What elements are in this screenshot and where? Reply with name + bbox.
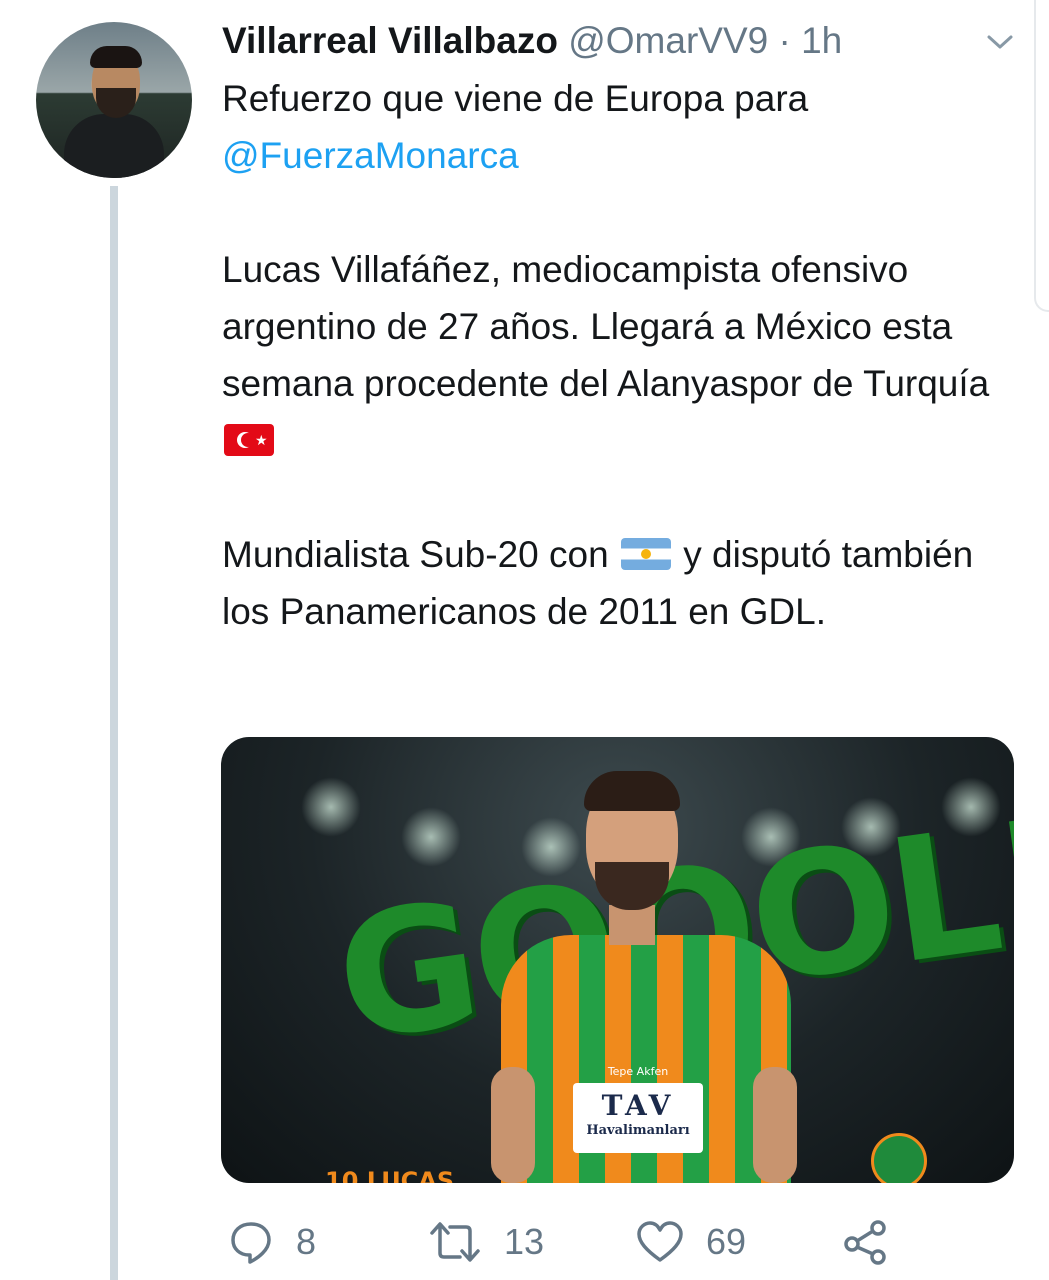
stadium-light bbox=[301, 777, 361, 837]
argentina-flag-icon bbox=[620, 538, 671, 571]
player-caption: 10 LUCAS bbox=[325, 1167, 455, 1183]
tweet-paragraph-2-text: Lucas Villafáñez, mediocampista ofensivo… bbox=[222, 249, 990, 404]
tweet-paragraph-3: Mundialista Sub-20 con y disputó también… bbox=[222, 526, 1022, 640]
tweet-actions: 8 13 69 bbox=[222, 1212, 1022, 1272]
retweet-icon bbox=[428, 1219, 482, 1265]
reply-icon bbox=[228, 1219, 274, 1265]
avatar-shoulders bbox=[64, 114, 164, 178]
share-button[interactable] bbox=[842, 1212, 888, 1272]
player-beard bbox=[595, 862, 669, 910]
tweet-line-1: Refuerzo que viene de Europa para bbox=[222, 78, 809, 119]
display-name[interactable]: Villarreal Villalbazo bbox=[222, 20, 558, 61]
thread-line bbox=[110, 186, 118, 1280]
like-button[interactable]: 69 bbox=[636, 1212, 746, 1272]
retweet-count: 13 bbox=[504, 1221, 545, 1262]
reply-count: 8 bbox=[296, 1221, 317, 1262]
tweet-header: Villarreal Villalbazo @OmarVV9 · 1h bbox=[222, 20, 982, 62]
avatar[interactable] bbox=[36, 22, 192, 178]
like-count: 69 bbox=[706, 1221, 747, 1262]
club-crest-icon bbox=[871, 1133, 927, 1183]
timestamp[interactable]: 1h bbox=[801, 20, 842, 61]
player-arm-right bbox=[753, 1067, 797, 1183]
player-hair bbox=[584, 771, 680, 811]
heart-icon bbox=[636, 1220, 684, 1264]
scroll-edge bbox=[1034, 0, 1049, 312]
player-figure: Tepe Akfen TAV Havalimanları bbox=[491, 767, 797, 1183]
player-neck bbox=[609, 905, 655, 945]
sponsor-sub-text: Havalimanları bbox=[586, 1123, 690, 1138]
user-handle[interactable]: @OmarVV9 bbox=[568, 20, 768, 61]
tweet-paragraph-3-start: Mundialista Sub-20 con bbox=[222, 534, 609, 575]
turkey-flag-icon: ★ bbox=[224, 424, 274, 457]
share-icon bbox=[842, 1219, 888, 1265]
mention-link[interactable]: @FuerzaMonarca bbox=[222, 135, 519, 176]
player-arm-left bbox=[491, 1067, 535, 1183]
avatar-hair bbox=[90, 46, 142, 68]
tweet-paragraph-2: Lucas Villafáñez, mediocampista ofensivo… bbox=[222, 241, 1022, 469]
sponsor-top-text: Tepe Akfen bbox=[607, 1065, 669, 1078]
retweet-button[interactable]: 13 bbox=[428, 1212, 544, 1272]
separator-dot: · bbox=[778, 20, 791, 61]
tweet-media-image[interactable]: GOOOL! Tepe Akfen TAV Havalimanları 10 L… bbox=[221, 737, 1014, 1183]
stadium-light bbox=[401, 807, 461, 867]
chevron-down-icon[interactable] bbox=[985, 30, 1015, 54]
tweet-text: Refuerzo que viene de Europa para @Fuerz… bbox=[222, 70, 1022, 640]
reply-button[interactable]: 8 bbox=[228, 1212, 316, 1272]
jersey-sponsor: Tepe Akfen TAV Havalimanları bbox=[573, 1065, 703, 1153]
sponsor-logo-text: TAV bbox=[601, 1089, 675, 1122]
